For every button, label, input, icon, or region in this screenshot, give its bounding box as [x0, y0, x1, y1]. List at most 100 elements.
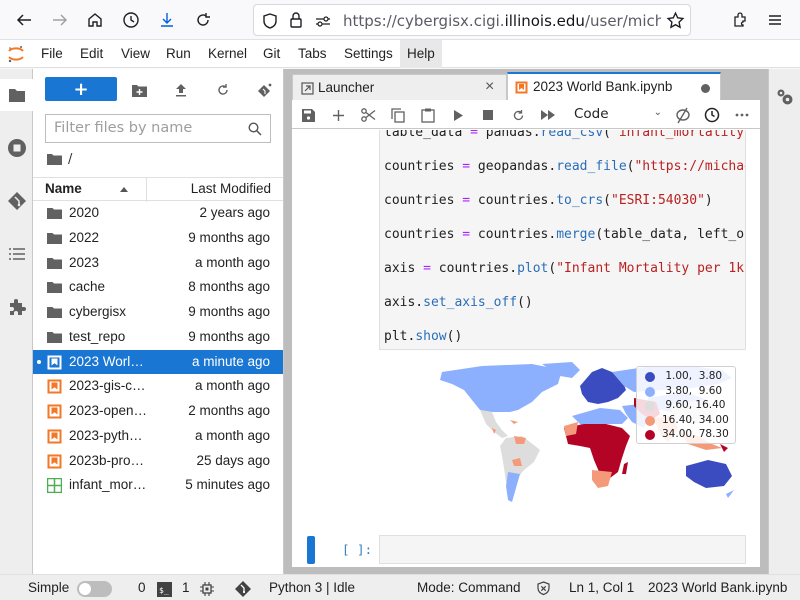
notebook-panel: Code ⌄ table_data = pandas.read_csv("inf… [292, 100, 760, 567]
menu-help[interactable]: Help [400, 40, 442, 68]
active-cell-marker[interactable] [307, 536, 315, 564]
filter-files-field[interactable] [45, 114, 271, 143]
more-actions-button[interactable] [732, 105, 752, 125]
code-token: = [470, 130, 478, 140]
copy-icon [391, 107, 405, 123]
property-inspector-tab[interactable] [769, 81, 800, 113]
paste-button[interactable] [418, 105, 438, 125]
new-folder-button[interactable] [128, 79, 150, 101]
downloads-button[interactable] [153, 6, 181, 34]
cut-button[interactable] [358, 105, 378, 125]
file-row[interactable]: infant_mor… 5 minutes ago [33, 473, 283, 498]
menu-view[interactable]: View [114, 40, 157, 68]
restart-kernel-button[interactable] [508, 105, 528, 125]
insert-cell-button[interactable] [328, 105, 348, 125]
file-row[interactable]: 2023 a month ago [33, 251, 283, 276]
bookmark-star-icon[interactable] [666, 11, 685, 30]
tab-launcher[interactable]: Launcher × [292, 74, 507, 100]
git-status-icon[interactable] [234, 580, 252, 598]
menu-file[interactable]: File [34, 40, 70, 68]
cell-type-dropdown[interactable]: Code ⌄ [572, 104, 664, 126]
terminal-icon[interactable]: $_ [157, 582, 172, 597]
run-cell-button[interactable] [448, 105, 468, 125]
cursor-position[interactable]: Ln 1, Col 1 [569, 580, 634, 595]
file-row[interactable]: 2023b-pro… 25 days ago [33, 449, 283, 474]
refresh-icon [218, 84, 228, 95]
restart-run-all-button[interactable] [538, 105, 558, 125]
file-row[interactable]: 2020 2 years ago [33, 201, 283, 226]
code-token: "ESRI:54030" [611, 193, 705, 208]
url-bar[interactable]: https://cybergisx.cigi.illinois.edu/user… [253, 4, 691, 36]
file-browser-tab[interactable] [0, 79, 34, 111]
upload-button[interactable] [170, 79, 192, 101]
file-row[interactable]: 2022 9 months ago [33, 226, 283, 251]
code-token: countries. [470, 193, 557, 208]
menu-tabs[interactable]: Tabs [291, 40, 334, 68]
history-button[interactable] [117, 6, 145, 34]
git-diff-button[interactable] [672, 105, 692, 125]
trust-shield-icon[interactable] [536, 581, 551, 596]
unsaved-dot-icon[interactable] [701, 84, 710, 93]
file-row[interactable]: cache 8 months ago [33, 275, 283, 300]
home-button[interactable] [81, 6, 109, 34]
filter-files-input[interactable] [54, 120, 244, 136]
back-button[interactable] [10, 6, 38, 34]
shield-icon[interactable] [261, 12, 279, 30]
refresh-button[interactable] [212, 79, 234, 101]
file-modified: 25 days ago [196, 452, 270, 468]
file-row[interactable]: 2023 Worl… a minute ago [33, 349, 283, 375]
simple-mode-toggle[interactable] [77, 581, 112, 597]
notebook-content[interactable]: table_data = pandas.read_csv("infant_mor… [292, 130, 760, 567]
table-of-contents-tab[interactable] [0, 238, 33, 270]
notebook-history-button[interactable] [702, 105, 722, 125]
empty-cell-editor[interactable] [379, 535, 746, 564]
name-column-header[interactable]: Name [45, 181, 82, 196]
url-domain: illinois.edu [504, 12, 585, 30]
kernel-status[interactable]: Python 3 | Idle [269, 580, 355, 595]
code-cell-editor[interactable]: table_data = pandas.read_csv("infant_mor… [379, 130, 746, 350]
git-tab[interactable] [0, 185, 33, 217]
running-sessions-tab[interactable] [0, 132, 33, 164]
menu-kernel[interactable]: Kernel [201, 40, 254, 68]
legend-swatch-icon [645, 415, 655, 426]
cpu-chip-icon[interactable] [200, 582, 214, 596]
code-token: () [517, 295, 533, 310]
extension-manager-tab[interactable] [0, 291, 33, 323]
close-tab-icon[interactable]: × [485, 78, 494, 96]
permissions-icon[interactable] [314, 12, 332, 30]
modified-column-header[interactable]: Last Modified [191, 181, 271, 196]
new-launcher-button[interactable]: + [45, 77, 117, 101]
lock-icon[interactable] [287, 11, 305, 29]
play-icon [454, 109, 463, 121]
menu-run[interactable]: Run [159, 40, 198, 68]
app-menu-button[interactable] [761, 6, 789, 34]
tab-notebook[interactable]: 2023 World Bank.ipynb [507, 72, 721, 100]
file-row[interactable]: 2023-pyth… a month ago [33, 424, 283, 449]
file-row[interactable]: cybergisx 9 months ago [33, 300, 283, 325]
terminals-count[interactable]: 0 [138, 580, 146, 595]
copy-button[interactable] [388, 105, 408, 125]
file-row[interactable]: 2023-open… 2 months ago [33, 399, 283, 424]
menu-settings[interactable]: Settings [337, 40, 400, 68]
git-clone-button[interactable] [253, 79, 275, 101]
notebook-icon [47, 355, 62, 369]
breadcrumb-root[interactable]: / [68, 152, 72, 167]
kernels-count[interactable]: 1 [182, 580, 190, 595]
home-folder-icon[interactable] [47, 153, 62, 165]
map-region-madagascar [622, 462, 628, 474]
file-row[interactable]: 2023-gis-c… a month ago [33, 374, 283, 399]
save-button[interactable] [298, 105, 318, 125]
forward-button[interactable] [46, 6, 74, 34]
menu-edit[interactable]: Edit [73, 40, 110, 68]
stop-icon [483, 110, 493, 120]
file-row[interactable]: test_repo 9 months ago [33, 325, 283, 350]
reload-button[interactable] [189, 6, 217, 34]
menu-git[interactable]: Git [256, 40, 287, 68]
code-token: read_csv [540, 130, 604, 140]
code-line: axis = countries.plot("Infant Mortality … [384, 261, 744, 276]
url-text[interactable]: https://cybergisx.cigi.illinois.edu/user… [343, 12, 661, 30]
extensions-button[interactable] [726, 6, 754, 34]
code-token: plt. [384, 329, 416, 344]
code-token: = [462, 159, 471, 174]
interrupt-kernel-button[interactable] [478, 105, 498, 125]
